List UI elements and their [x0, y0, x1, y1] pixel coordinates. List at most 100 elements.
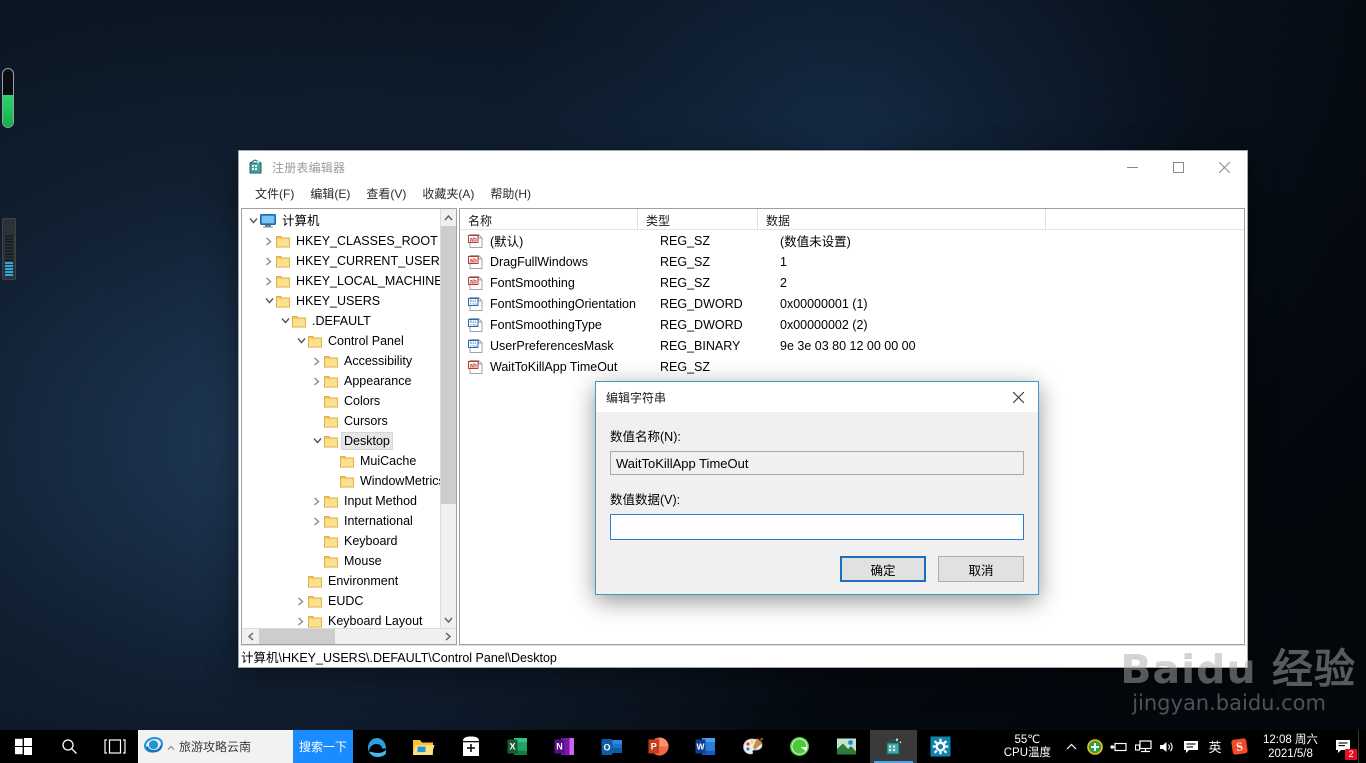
taskbar-app-word[interactable]: W: [682, 730, 729, 763]
scroll-down-icon[interactable]: [441, 611, 456, 628]
task-view-icon[interactable]: [92, 730, 138, 763]
tree-node[interactable]: Accessibility: [242, 351, 440, 371]
hscroll-thumb[interactable]: [259, 629, 335, 644]
tree-node[interactable]: MuiCache: [242, 451, 440, 471]
close-button[interactable]: [1201, 152, 1247, 183]
tree-node[interactable]: Cursors: [242, 411, 440, 431]
clock[interactable]: 12:08 周六 2021/5/8: [1253, 730, 1328, 763]
chevron-up-icon[interactable]: [1059, 730, 1083, 763]
ok-button[interactable]: 确定: [840, 556, 926, 582]
ime-chinese-icon[interactable]: 英: [1203, 730, 1227, 763]
taskbar-app-360browser[interactable]: [776, 730, 823, 763]
ime-panel-icon[interactable]: [1179, 730, 1203, 763]
show-desktop-button[interactable]: [1358, 730, 1366, 763]
maximize-button[interactable]: [1155, 152, 1201, 183]
chevron-right-icon[interactable]: [262, 273, 276, 289]
taskbar-app-onenote[interactable]: N: [541, 730, 588, 763]
taskbar-app-paint[interactable]: [729, 730, 776, 763]
taskbar-app-explorer[interactable]: [400, 730, 447, 763]
menu-help[interactable]: 帮助(H): [482, 184, 539, 204]
chevron-right-icon[interactable]: [310, 353, 324, 369]
menu-favorites[interactable]: 收藏夹(A): [414, 184, 482, 204]
chevron-down-icon[interactable]: [278, 313, 292, 329]
column-header-name[interactable]: 名称: [460, 209, 638, 230]
search-input[interactable]: 旅游攻略云南: [138, 730, 293, 763]
minimize-button[interactable]: [1109, 152, 1155, 183]
registry-tree[interactable]: 计算机 HKEY_CLASSES_ROOT HKEY_CURRENT_USER HKE…: [242, 209, 440, 628]
taskbar-app-edge[interactable]: [353, 730, 400, 763]
value-row[interactable]: ab FontSmoothing REG_SZ 2: [460, 272, 1244, 293]
action-center-icon[interactable]: 2: [1328, 730, 1358, 763]
chevron-down-icon[interactable]: [262, 293, 276, 309]
menu-edit[interactable]: 编辑(E): [302, 184, 358, 204]
tree-node[interactable]: Keyboard: [242, 531, 440, 551]
column-header-data[interactable]: 数据: [758, 209, 1046, 230]
tree-node[interactable]: Appearance: [242, 371, 440, 391]
taskbar-app-picture[interactable]: [823, 730, 870, 763]
value-data-input[interactable]: [610, 514, 1024, 540]
menu-file[interactable]: 文件(F): [247, 184, 302, 204]
value-row[interactable]: 011 110 UserPreferencesMask REG_BINARY 9e 3e…: [460, 335, 1244, 356]
window-titlebar[interactable]: 注册表编辑器: [239, 151, 1247, 183]
taskbar-app-store[interactable]: [447, 730, 494, 763]
chevron-right-icon[interactable]: [294, 593, 308, 609]
chevron-down-icon[interactable]: [310, 433, 324, 449]
tree-node[interactable]: Keyboard Layout: [242, 611, 440, 628]
chevron-right-icon[interactable]: [294, 613, 308, 628]
tree-node[interactable]: HKEY_USERS: [242, 291, 440, 311]
value-row[interactable]: ab DragFullWindows REG_SZ 1: [460, 251, 1244, 272]
tree-node[interactable]: International: [242, 511, 440, 531]
shield-green-icon[interactable]: [1083, 730, 1107, 763]
chevron-right-icon[interactable]: [310, 513, 324, 529]
value-name-input[interactable]: [610, 451, 1024, 475]
column-header-type[interactable]: 类型: [638, 209, 758, 230]
tree-node[interactable]: Control Panel: [242, 331, 440, 351]
search-go-button[interactable]: 搜索一下: [293, 730, 353, 763]
tree-scrollbar-thumb[interactable]: [441, 226, 456, 504]
dialog-close-icon[interactable]: [998, 383, 1038, 412]
cpu-temperature-widget[interactable]: 55℃ CPU温度: [998, 730, 1057, 763]
tree-node[interactable]: Colors: [242, 391, 440, 411]
scroll-up-icon[interactable]: [441, 209, 456, 226]
chevron-right-icon[interactable]: [310, 493, 324, 509]
tree-horizontal-scrollbar[interactable]: [242, 628, 456, 644]
scroll-left-icon[interactable]: [242, 629, 259, 644]
tree-node[interactable]: HKEY_CLASSES_ROOT: [242, 231, 440, 251]
usb-eject-icon[interactable]: [1107, 730, 1131, 763]
network-icon[interactable]: [1131, 730, 1155, 763]
tree-node[interactable]: Desktop: [242, 431, 440, 451]
chevron-down-icon[interactable]: [294, 333, 308, 349]
scroll-right-icon[interactable]: [439, 629, 456, 644]
start-button[interactable]: [0, 730, 46, 763]
value-row[interactable]: 011 110 FontSmoothingType REG_DWORD 0x000000…: [460, 314, 1244, 335]
speaker-icon[interactable]: [1155, 730, 1179, 763]
tree-node[interactable]: Environment: [242, 571, 440, 591]
taskbar-app-powerpoint[interactable]: P: [635, 730, 682, 763]
hscroll-track[interactable]: [259, 629, 439, 644]
chevron-right-icon[interactable]: [310, 373, 324, 389]
cancel-button[interactable]: 取消: [938, 556, 1024, 582]
taskbar-app-excel[interactable]: X: [494, 730, 541, 763]
tree-node[interactable]: Mouse: [242, 551, 440, 571]
chevron-right-icon[interactable]: [262, 233, 276, 249]
tree-node[interactable]: Input Method: [242, 491, 440, 511]
value-row[interactable]: 011 110 FontSmoothingOrientation REG_DWORD 0…: [460, 293, 1244, 314]
tree-node[interactable]: HKEY_LOCAL_MACHINE: [242, 271, 440, 291]
tree-node[interactable]: 计算机: [242, 211, 440, 231]
value-row[interactable]: ab WaitToKillApp TimeOut REG_SZ: [460, 356, 1244, 377]
tree-node[interactable]: HKEY_CURRENT_USER: [242, 251, 440, 271]
tree-vertical-scrollbar[interactable]: [440, 209, 456, 628]
search-dropdown-icon[interactable]: [167, 738, 175, 756]
taskbar-app-settings[interactable]: [917, 730, 964, 763]
tree-node[interactable]: WindowMetrics: [242, 471, 440, 491]
sogou-icon[interactable]: S: [1227, 730, 1251, 763]
chevron-right-icon[interactable]: [262, 253, 276, 269]
search-icon[interactable]: [46, 730, 92, 763]
tree-node[interactable]: .DEFAULT: [242, 311, 440, 331]
taskbar-app-regedit[interactable]: [870, 730, 917, 763]
chevron-down-icon[interactable]: [246, 213, 260, 229]
taskbar-app-outlook[interactable]: O: [588, 730, 635, 763]
values-list[interactable]: ab (默认) REG_SZ (数值未设置) ab DragFullWindows REG_…: [460, 230, 1244, 377]
tree-node[interactable]: EUDC: [242, 591, 440, 611]
value-row[interactable]: ab (默认) REG_SZ (数值未设置): [460, 230, 1244, 251]
